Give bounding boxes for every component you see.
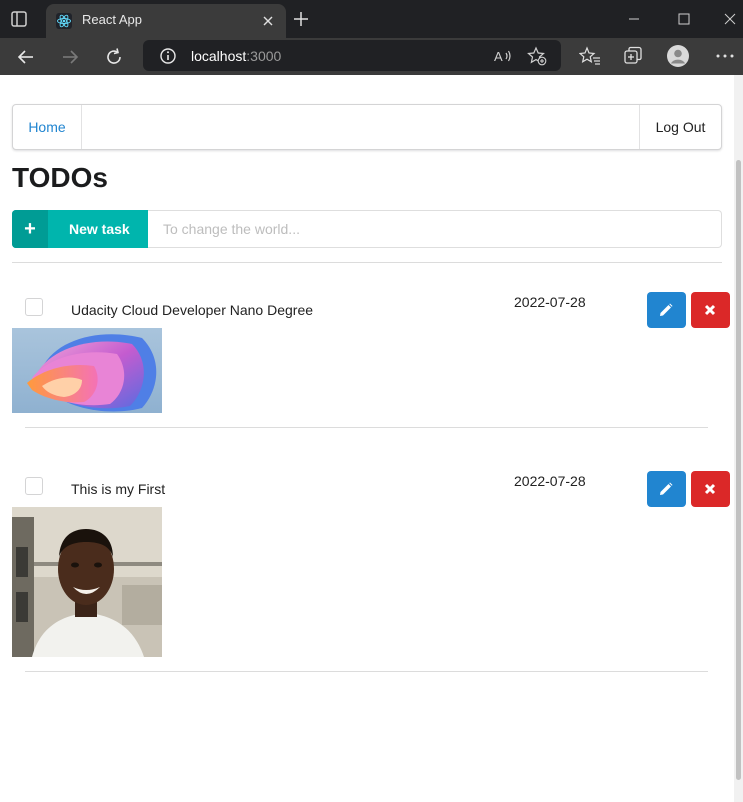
close-tab-icon[interactable]	[260, 13, 276, 29]
collections-icon[interactable]	[622, 45, 644, 67]
todo-divider	[25, 671, 708, 672]
plus-icon-box: +	[12, 210, 48, 248]
edit-todo-button[interactable]	[647, 292, 686, 328]
portrait-photo-image	[12, 507, 162, 657]
browser-toolbar: localhost:3000 A	[0, 38, 743, 75]
x-icon	[704, 483, 716, 495]
logout-link[interactable]: Log Out	[639, 105, 721, 149]
abstract-wallpaper-image	[12, 328, 162, 413]
more-options-icon[interactable]	[714, 45, 736, 67]
x-icon	[704, 304, 716, 316]
address-bar[interactable]: localhost:3000 A	[143, 40, 561, 71]
tab-actions-icon[interactable]	[10, 10, 28, 28]
pencil-icon	[660, 303, 673, 316]
todo-checkbox[interactable]	[25, 477, 43, 495]
new-task-button[interactable]: + New task	[12, 210, 148, 248]
delete-todo-button[interactable]	[691, 471, 730, 507]
read-aloud-icon[interactable]: A	[493, 46, 513, 66]
react-favicon-icon	[56, 13, 72, 29]
url-port: :3000	[246, 48, 282, 64]
forward-arrow-icon[interactable]	[59, 46, 81, 68]
todo-due-date: 2022-07-28	[514, 473, 586, 489]
new-tab-icon[interactable]	[292, 10, 310, 28]
home-link[interactable]: Home	[13, 105, 82, 149]
divider	[12, 262, 722, 263]
edit-todo-button[interactable]	[647, 471, 686, 507]
delete-todo-button[interactable]	[691, 292, 730, 328]
todo-name: This is my First	[71, 481, 166, 497]
close-window-icon[interactable]	[720, 9, 740, 29]
todo-item: Udacity Cloud Developer Nano Degree 2022…	[0, 290, 743, 450]
top-menu: Home Log Out	[12, 104, 722, 150]
todo-item: This is my First 2022-07-28	[0, 469, 743, 672]
tab-title: React App	[82, 12, 142, 27]
page-title: TODOs	[12, 162, 108, 193]
todo-checkbox[interactable]	[25, 298, 43, 316]
todo-due-date: 2022-07-28	[514, 294, 586, 310]
todo-name: Udacity Cloud Developer Nano Degree	[71, 302, 314, 318]
browser-tab-bar: React App	[0, 0, 743, 38]
info-icon[interactable]	[159, 47, 177, 65]
new-task-input[interactable]	[148, 210, 722, 248]
todo-divider	[25, 427, 708, 428]
plus-icon: +	[24, 218, 36, 240]
browser-tab[interactable]: React App	[46, 4, 286, 38]
profile-avatar-icon[interactable]	[667, 45, 689, 67]
add-favorite-icon[interactable]	[527, 46, 547, 66]
favorites-icon[interactable]	[579, 45, 601, 67]
svg-text:A: A	[494, 49, 503, 64]
url-host: localhost	[191, 48, 247, 64]
url-text[interactable]: localhost:3000	[191, 48, 281, 64]
maximize-icon[interactable]	[674, 9, 694, 29]
new-task-label: New task	[69, 221, 130, 237]
back-arrow-icon[interactable]	[15, 46, 37, 68]
refresh-icon[interactable]	[103, 46, 125, 68]
minimize-icon[interactable]	[624, 9, 644, 29]
pencil-icon	[660, 482, 673, 495]
